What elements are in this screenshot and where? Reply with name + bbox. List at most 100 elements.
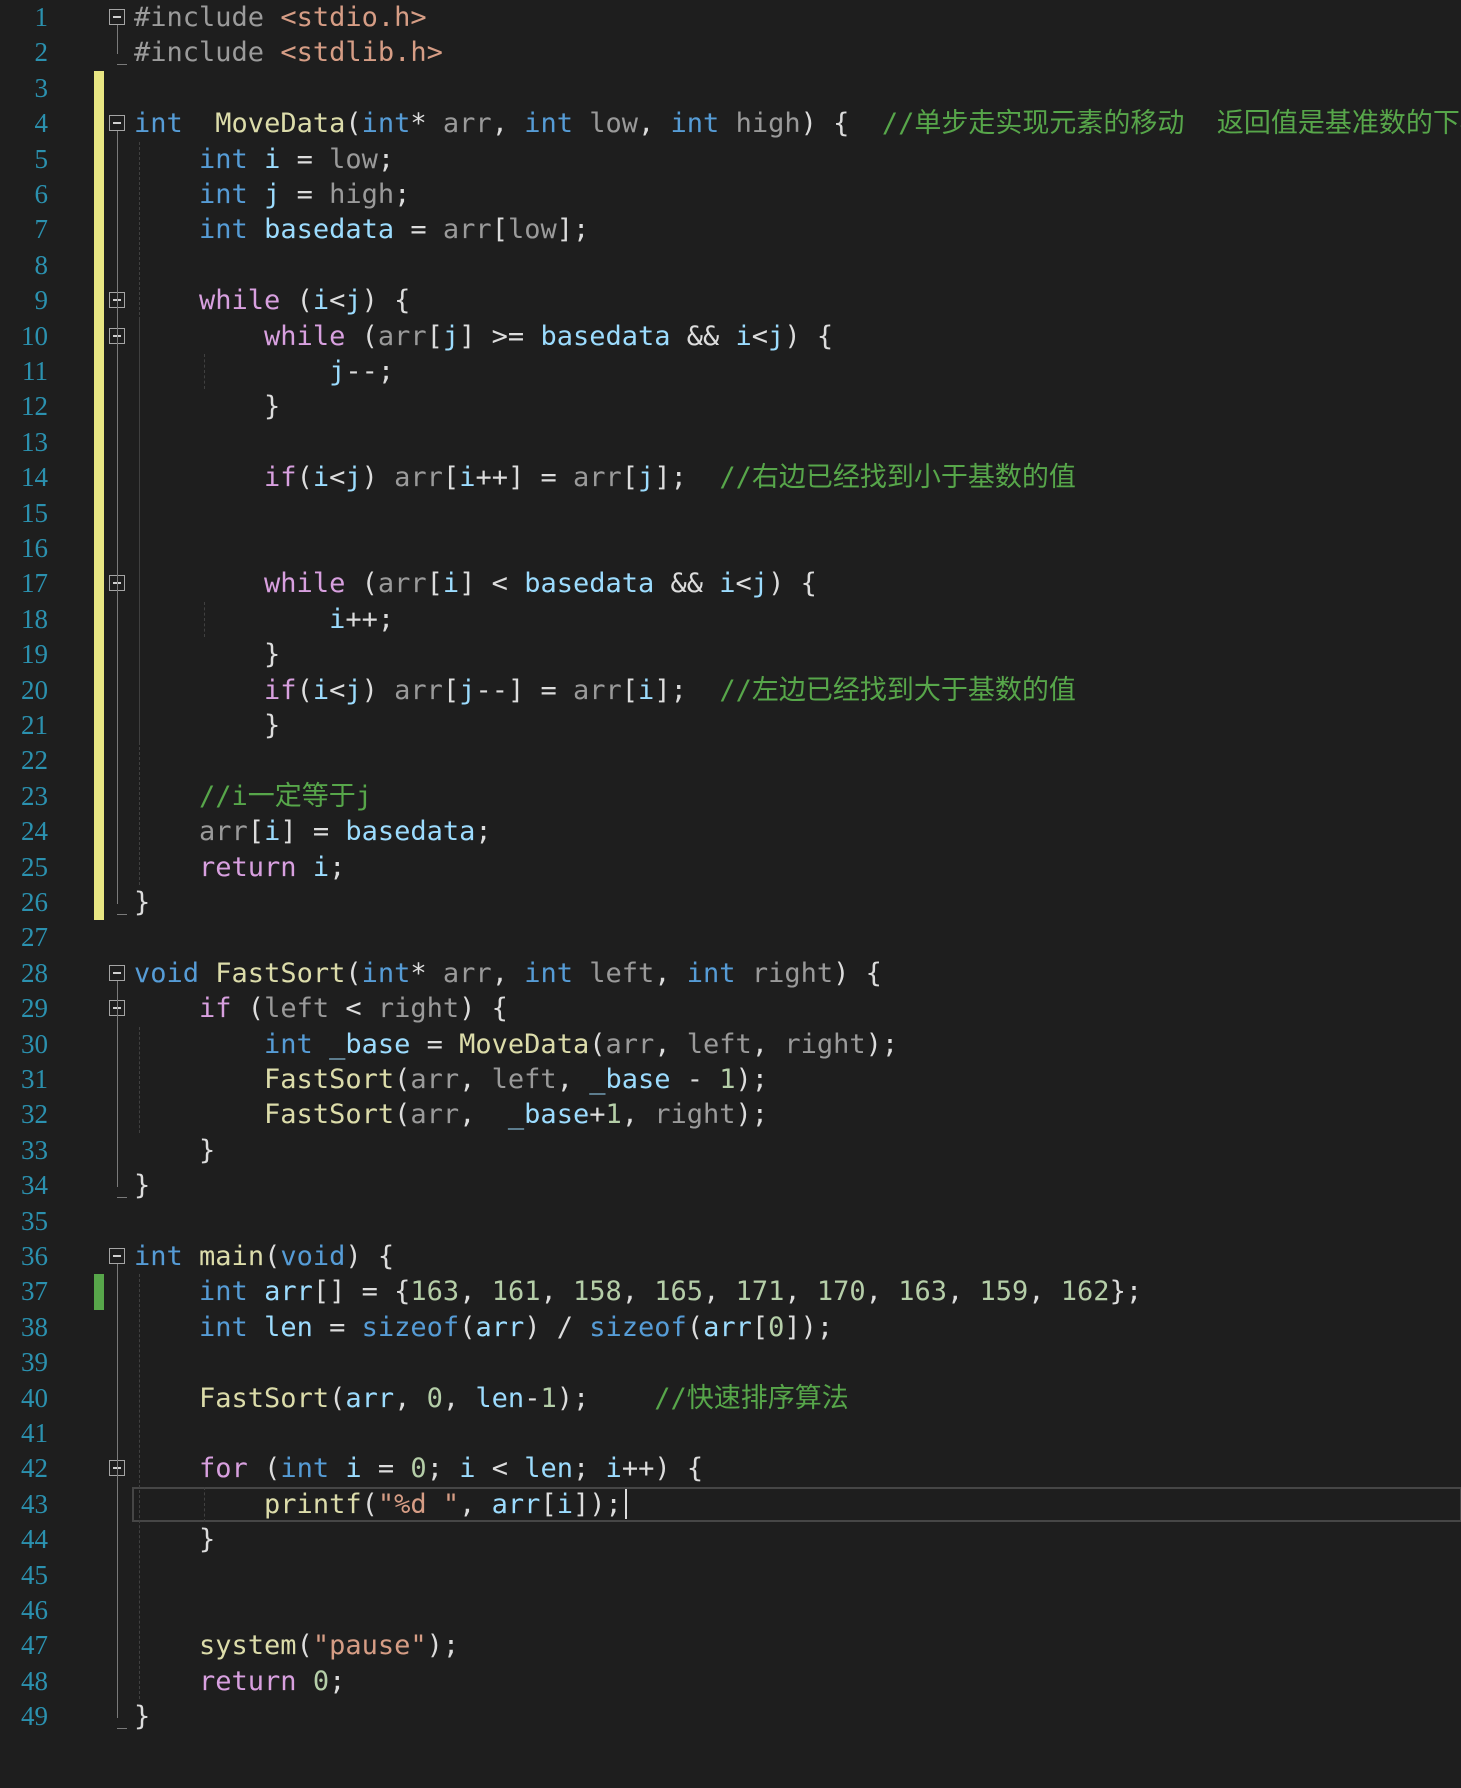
code-line[interactable]: 12 } <box>0 389 1461 425</box>
code-line[interactable]: 31 FastSort(arr, left, _base - 1); <box>0 1062 1461 1097</box>
code-text[interactable]: } <box>134 885 150 920</box>
code-line[interactable]: 32 FastSort(arr, _base+1, right); <box>0 1097 1461 1132</box>
unsaved-change-marker <box>94 672 104 708</box>
code-text[interactable]: FastSort(arr, 0, len-1); //快速排序算法 <box>134 1381 849 1416</box>
code-line[interactable]: 13 <box>0 424 1461 461</box>
code-line[interactable]: 15 <box>0 495 1461 531</box>
code-line[interactable]: 26} <box>0 885 1461 921</box>
collapse-icon[interactable] <box>109 1248 125 1264</box>
code-text[interactable]: int main(void) { <box>134 1239 394 1274</box>
code-text[interactable]: #include <stdio.h> <box>134 0 427 35</box>
code-line[interactable]: 46 <box>0 1593 1461 1628</box>
code-token: j <box>442 320 460 352</box>
code-line[interactable]: 49} <box>0 1699 1461 1734</box>
code-line[interactable]: 48 return 0; <box>0 1664 1461 1699</box>
code-text[interactable]: } <box>134 708 280 743</box>
code-editor[interactable]: 1 #include <stdio.h> 2 #include <stdlib.h> 3… <box>0 0 1461 1788</box>
code-token: 0 <box>410 1453 427 1485</box>
code-line[interactable]: 39 <box>0 1345 1461 1380</box>
code-line[interactable]: 11 j--; <box>0 354 1461 390</box>
code-text[interactable]: system("pause"); <box>134 1628 459 1663</box>
code-text[interactable]: int arr[] = {163, 161, 158, 165, 171, 17… <box>134 1274 1142 1309</box>
code-line[interactable]: 34} <box>0 1168 1461 1203</box>
code-text[interactable]: i++; <box>134 602 394 637</box>
code-text[interactable]: j--; <box>134 354 394 389</box>
code-line[interactable]: 3 <box>0 70 1461 107</box>
code-line[interactable]: 42 for (int i = 0; i < len; i++) { <box>0 1451 1461 1486</box>
code-token: ( <box>329 1382 346 1414</box>
code-text[interactable]: int len = sizeof(arr) / sizeof(arr[0]); <box>134 1310 833 1345</box>
code-line[interactable]: 20 if(i<j) arr[j--] = arr[i]; //左边已经找到大于… <box>0 672 1461 708</box>
code-text[interactable]: while (arr[j] >= basedata && i<j) { <box>134 319 833 354</box>
line-number: 16 <box>21 533 48 563</box>
code-line[interactable]: 33 } <box>0 1133 1461 1168</box>
code-text[interactable]: return 0; <box>134 1664 345 1699</box>
code-text[interactable]: } <box>134 637 280 672</box>
code-line[interactable]: 7 int basedata = arr[low]; <box>0 212 1461 248</box>
code-line[interactable]: 24 arr[i] = basedata; <box>0 814 1461 850</box>
collapse-icon[interactable] <box>109 964 125 981</box>
code-line[interactable]: 19 } <box>0 637 1461 673</box>
collapse-icon[interactable] <box>109 115 125 132</box>
code-line[interactable]: 4 int MoveData(int* arr, int low, int hig… <box>0 106 1461 142</box>
code-text[interactable]: return i; <box>134 850 345 885</box>
code-text[interactable]: int j = high; <box>134 177 410 212</box>
code-text[interactable]: int i = low; <box>134 142 394 177</box>
code-text[interactable]: } <box>134 1522 215 1557</box>
code-line[interactable]: 43 printf("%d ", arr[i]); <box>0 1486 1461 1523</box>
code-line[interactable]: 6 int j = high; <box>0 177 1461 213</box>
code-line[interactable]: 10 while (arr[j] >= basedata && i<j) { <box>0 318 1461 354</box>
collapse-icon[interactable] <box>109 9 125 25</box>
code-line[interactable]: 44 } <box>0 1522 1461 1557</box>
code-text[interactable]: } <box>134 1133 215 1168</box>
code-line[interactable]: 27 <box>0 920 1461 955</box>
code-line[interactable]: 17 while (arr[i] < basedata && i<j) { <box>0 566 1461 602</box>
code-text[interactable]: } <box>134 1168 150 1203</box>
code-line[interactable]: 25 return i; <box>0 849 1461 885</box>
code-token: i <box>638 674 655 706</box>
code-line[interactable]: 1 #include <stdio.h> <box>0 0 1461 35</box>
code-text[interactable]: arr[i] = basedata; <box>134 814 492 849</box>
code-token: int <box>199 1311 248 1343</box>
code-token: , <box>540 1276 573 1308</box>
code-line[interactable]: 14 if(i<j) arr[i++] = arr[j]; //右边已经找到小于… <box>0 460 1461 496</box>
code-text[interactable]: int MoveData(int* arr, int low, int high… <box>134 106 1461 141</box>
code-line[interactable]: 30 int _base = MoveData(arr, left, right… <box>0 1027 1461 1062</box>
code-text[interactable]: int basedata = arr[low]; <box>134 212 589 247</box>
code-line[interactable]: 22 <box>0 743 1461 779</box>
code-text[interactable]: if(i<j) arr[i++] = arr[j]; //右边已经找到小于基数的… <box>134 460 1076 495</box>
code-text[interactable]: int _base = MoveData(arr, left, right); <box>134 1027 898 1062</box>
code-line[interactable]: 29 if (left < right) { <box>0 991 1461 1026</box>
code-text[interactable]: //i一定等于j <box>134 779 372 814</box>
code-line[interactable]: 37 int arr[] = {163, 161, 158, 165, 171,… <box>0 1274 1461 1310</box>
code-line[interactable]: 36 int main(void) { <box>0 1239 1461 1274</box>
code-line[interactable]: 45 <box>0 1558 1461 1593</box>
code-text[interactable]: if (left < right) { <box>134 991 508 1026</box>
code-line[interactable]: 16 <box>0 531 1461 567</box>
code-line[interactable]: 9 while (i<j) { <box>0 283 1461 319</box>
code-text[interactable]: } <box>134 1699 150 1734</box>
code-text[interactable]: FastSort(arr, _base+1, right); <box>134 1097 768 1132</box>
code-token: ( <box>280 285 313 317</box>
code-text[interactable]: #include <stdlib.h> <box>134 35 443 70</box>
code-line[interactable]: 23 //i一定等于j <box>0 778 1461 815</box>
code-line[interactable]: 35 <box>0 1204 1461 1239</box>
code-text[interactable]: FastSort(arr, left, _base - 1); <box>134 1062 768 1097</box>
code-text[interactable]: } <box>134 389 280 424</box>
code-text[interactable]: while (i<j) { <box>134 283 410 318</box>
code-line[interactable]: 2 #include <stdlib.h> <box>0 35 1461 70</box>
code-line[interactable]: 40 FastSort(arr, 0, len-1); //快速排序算法 <box>0 1381 1461 1416</box>
code-line[interactable]: 47 system("pause"); <box>0 1628 1461 1663</box>
code-text[interactable]: printf("%d ", arr[i]); <box>134 1487 627 1522</box>
code-text[interactable]: for (int i = 0; i < len; i++) { <box>134 1451 703 1486</box>
code-line[interactable]: 18 i++; <box>0 601 1461 638</box>
code-text[interactable]: while (arr[i] < basedata && i<j) { <box>134 566 817 601</box>
code-text[interactable]: void FastSort(int* arr, int left, int ri… <box>134 956 882 991</box>
code-line[interactable]: 21 } <box>0 708 1461 744</box>
code-line[interactable]: 38 int len = sizeof(arr) / sizeof(arr[0]… <box>0 1310 1461 1345</box>
code-line[interactable]: 8 <box>0 247 1461 284</box>
code-line[interactable]: 28 void FastSort(int* arr, int left, int … <box>0 956 1461 991</box>
code-line[interactable]: 5 int i = low; <box>0 141 1461 177</box>
code-text[interactable]: if(i<j) arr[j--] = arr[i]; //左边已经找到大于基数的… <box>134 673 1076 708</box>
code-line[interactable]: 41 <box>0 1416 1461 1451</box>
